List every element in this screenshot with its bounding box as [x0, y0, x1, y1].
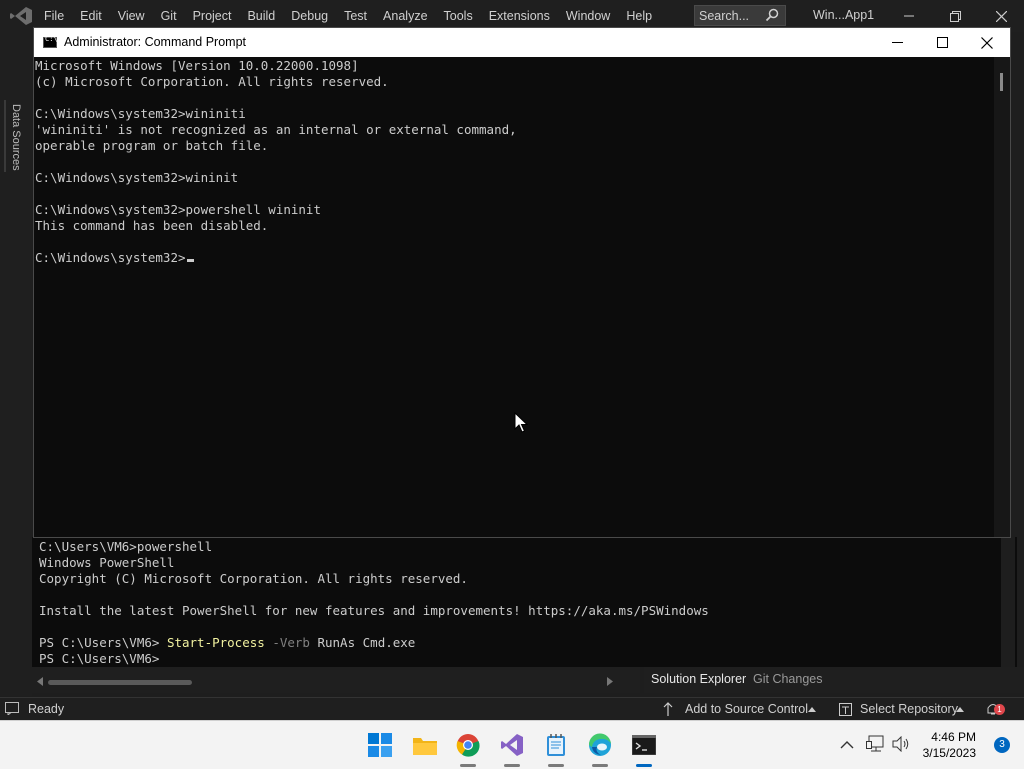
- terminal-scrollbar[interactable]: [1001, 537, 1015, 667]
- terminal-arguments: RunAs Cmd.exe: [317, 635, 416, 650]
- terminal-line: Install the latest PowerShell for new fe…: [39, 603, 709, 618]
- console-line: Microsoft Windows [Version 10.0.22000.10…: [35, 58, 359, 73]
- tab-git-changes[interactable]: Git Changes: [753, 672, 822, 686]
- cmd-scroll-thumb[interactable]: [1000, 73, 1003, 91]
- caret-up-icon: [956, 707, 964, 712]
- scroll-left-icon[interactable]: [37, 677, 43, 686]
- console-line: C:\Windows\system32>powershell wininit: [35, 202, 321, 217]
- terminal-line: Copyright (C) Microsoft Corporation. All…: [39, 571, 468, 586]
- volume-icon[interactable]: [892, 736, 910, 752]
- chrome-icon: [456, 734, 480, 757]
- close-icon: [981, 36, 993, 49]
- console-prompt-line[interactable]: C:\Windows\system32>: [35, 250, 194, 266]
- cmd-minimize-button[interactable]: [874, 28, 920, 57]
- vs-status-bar: Ready Add to Source Control Select Repos…: [0, 697, 1024, 721]
- running-indicator: [592, 764, 608, 767]
- console-line: operable program or batch file.: [35, 138, 269, 153]
- command-prompt-window[interactable]: C:\ Administrator: Command Prompt Micros…: [33, 27, 1011, 538]
- file-explorer-button[interactable]: [409, 729, 441, 761]
- console-line: This command has been disabled.: [35, 218, 269, 233]
- status-ready-icon: [5, 702, 19, 715]
- notification-badge: 1: [994, 704, 1005, 715]
- edge-button[interactable]: [584, 729, 616, 767]
- vs-search-box[interactable]: Search...: [694, 5, 786, 26]
- cmd-vertical-scrollbar[interactable]: [994, 57, 1010, 537]
- terminal-prompt: PS C:\Users\VM6>: [39, 635, 167, 650]
- caret-up-icon: [808, 707, 816, 712]
- active-indicator: [636, 764, 652, 767]
- command-prompt-icon: C:\: [43, 35, 58, 48]
- mouse-pointer-icon: [514, 412, 528, 433]
- select-repository-button[interactable]: Select Repository: [860, 702, 958, 716]
- terminal-command-line: PS C:\Users\VM6> Start-Process -Verb Run…: [39, 635, 415, 651]
- console-line: C:\Windows\system32>wininiti: [35, 106, 246, 121]
- cmd-titlebar[interactable]: C:\ Administrator: Command Prompt: [34, 28, 1010, 57]
- console-line: C:\Windows\system32>wininit: [35, 170, 239, 185]
- command-prompt-icon: [632, 735, 656, 755]
- horizontal-scrollbar[interactable]: [32, 667, 640, 693]
- cmd-close-button[interactable]: [964, 28, 1010, 57]
- minimize-icon: [904, 15, 914, 17]
- terminal-line: C:\Users\VM6>powershell: [39, 539, 213, 554]
- clock-date: 3/15/2023: [922, 746, 976, 760]
- visual-studio-button[interactable]: [496, 729, 528, 767]
- horizontal-scroll-thumb[interactable]: [48, 680, 192, 685]
- edge-icon: [588, 733, 611, 756]
- console-prompt: C:\Windows\system32>: [35, 250, 186, 265]
- terminal-cmdlet: Start-Process: [166, 635, 265, 650]
- notifications-button[interactable]: 1: [986, 701, 1006, 717]
- tab-solution-explorer[interactable]: Solution Explorer: [651, 672, 746, 686]
- search-icon: [765, 8, 779, 22]
- network-icon[interactable]: [866, 735, 884, 753]
- add-to-source-control-button[interactable]: Add to Source Control: [685, 702, 808, 716]
- close-icon: [995, 10, 1007, 22]
- notification-center-badge[interactable]: 3: [994, 737, 1010, 753]
- windows-taskbar: 4:46 PM 3/15/2023 3: [0, 720, 1024, 769]
- file-explorer-icon: [413, 738, 437, 755]
- clock-time: 4:46 PM: [931, 730, 976, 744]
- search-placeholder: Search...: [699, 9, 750, 23]
- terminal-last-prompt: PS C:\Users\VM6>: [39, 651, 160, 666]
- notepad-button[interactable]: [540, 729, 572, 767]
- show-hidden-icons-icon[interactable]: [840, 740, 854, 749]
- terminal-line: Windows PowerShell: [39, 555, 175, 570]
- restore-icon: [949, 10, 961, 22]
- scroll-right-icon[interactable]: [607, 677, 613, 686]
- running-indicator: [460, 764, 476, 767]
- status-ready: Ready: [28, 702, 65, 716]
- running-indicator: [548, 764, 564, 767]
- tool-window-tabs: Solution Explorer Git Changes: [644, 667, 1024, 693]
- visual-studio-icon: [501, 734, 523, 756]
- data-sources-tab[interactable]: Data Sources: [10, 104, 22, 171]
- start-icon: [368, 733, 392, 757]
- terminal-parameter: -Verb: [272, 635, 310, 650]
- cmd-maximize-button[interactable]: [919, 28, 965, 57]
- console-line: (c) Microsoft Corporation. All rights re…: [35, 74, 389, 89]
- developer-terminal-panel[interactable]: C:\Users\VM6>powershell Windows PowerShe…: [32, 537, 1017, 667]
- command-prompt-taskbar-button[interactable]: [628, 729, 660, 767]
- running-indicator: [504, 764, 520, 767]
- vs-left-tool-strip: Data Sources: [0, 32, 32, 696]
- taskbar-clock[interactable]: 4:46 PM 3/15/2023: [923, 729, 976, 761]
- strip-active-marker: [4, 100, 6, 172]
- cmd-window-title: Administrator: Command Prompt: [64, 35, 247, 49]
- text-cursor: [186, 259, 194, 262]
- console-line: 'wininiti' is not recognized as an inter…: [35, 122, 517, 137]
- solution-name[interactable]: Win...App1: [813, 8, 874, 22]
- start-button[interactable]: [364, 729, 396, 761]
- minimize-icon: [891, 42, 903, 43]
- cmd-console-output[interactable]: Microsoft Windows [Version 10.0.22000.10…: [34, 57, 994, 537]
- visual-studio-logo-icon: [10, 7, 32, 25]
- repository-icon: [839, 703, 852, 716]
- maximize-icon: [936, 37, 948, 48]
- arrow-up-icon: [663, 702, 673, 716]
- notepad-icon: [547, 734, 565, 756]
- chrome-button[interactable]: [452, 729, 484, 767]
